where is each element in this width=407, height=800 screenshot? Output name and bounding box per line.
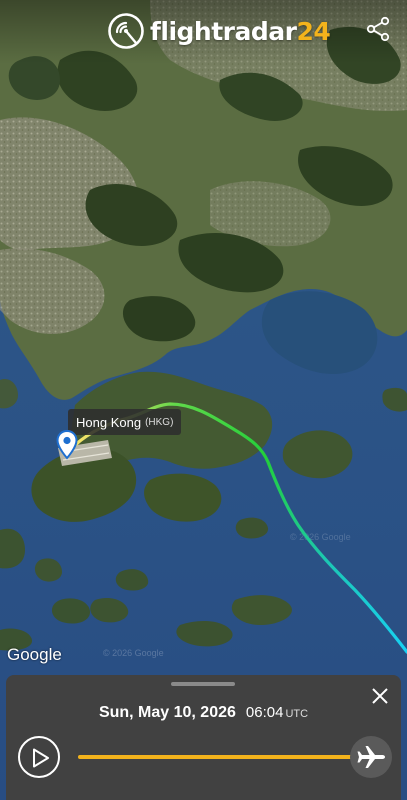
airport-label[interactable]: Hong Kong (HKG) [68, 409, 182, 435]
brand-number: 24 [296, 16, 331, 46]
top-bar: flightradar24 [0, 0, 407, 64]
playback-panel: Sun, May 10, 2026 06:04 UTC [6, 675, 401, 800]
aircraft-icon [357, 746, 385, 768]
drag-handle[interactable] [171, 682, 235, 686]
brand-word: flightradar [150, 16, 297, 46]
timeline-thumb[interactable] [350, 736, 392, 778]
svg-text:© 2026 Google: © 2026 Google [290, 532, 351, 542]
map-copyright: © 2026 Google [103, 648, 164, 658]
play-icon [33, 748, 49, 768]
brand-name: flightradar24 [150, 16, 331, 46]
radar-logo-icon [108, 13, 144, 49]
airport-code: (HKG) [145, 416, 174, 428]
playback-time: 06:04 [245, 704, 284, 721]
playback-timezone: UTC [285, 708, 309, 720]
share-button[interactable] [363, 14, 393, 44]
timeline-track[interactable] [78, 755, 366, 759]
play-button[interactable] [18, 736, 60, 778]
playback-date: Sun, May 10, 2026 [98, 704, 236, 721]
playback-datetime: Sun, May 10, 2026 06:04 UTC [6, 704, 401, 722]
airport-name: Hong Kong [76, 414, 142, 430]
app-screen: © 2026 Google flightradar24 Hong Kong (H… [0, 0, 407, 800]
share-icon [366, 16, 390, 42]
google-logo: Google [7, 645, 62, 664]
flightradar24-logo: flightradar24 [108, 12, 331, 50]
map-pin-icon[interactable] [56, 430, 78, 460]
